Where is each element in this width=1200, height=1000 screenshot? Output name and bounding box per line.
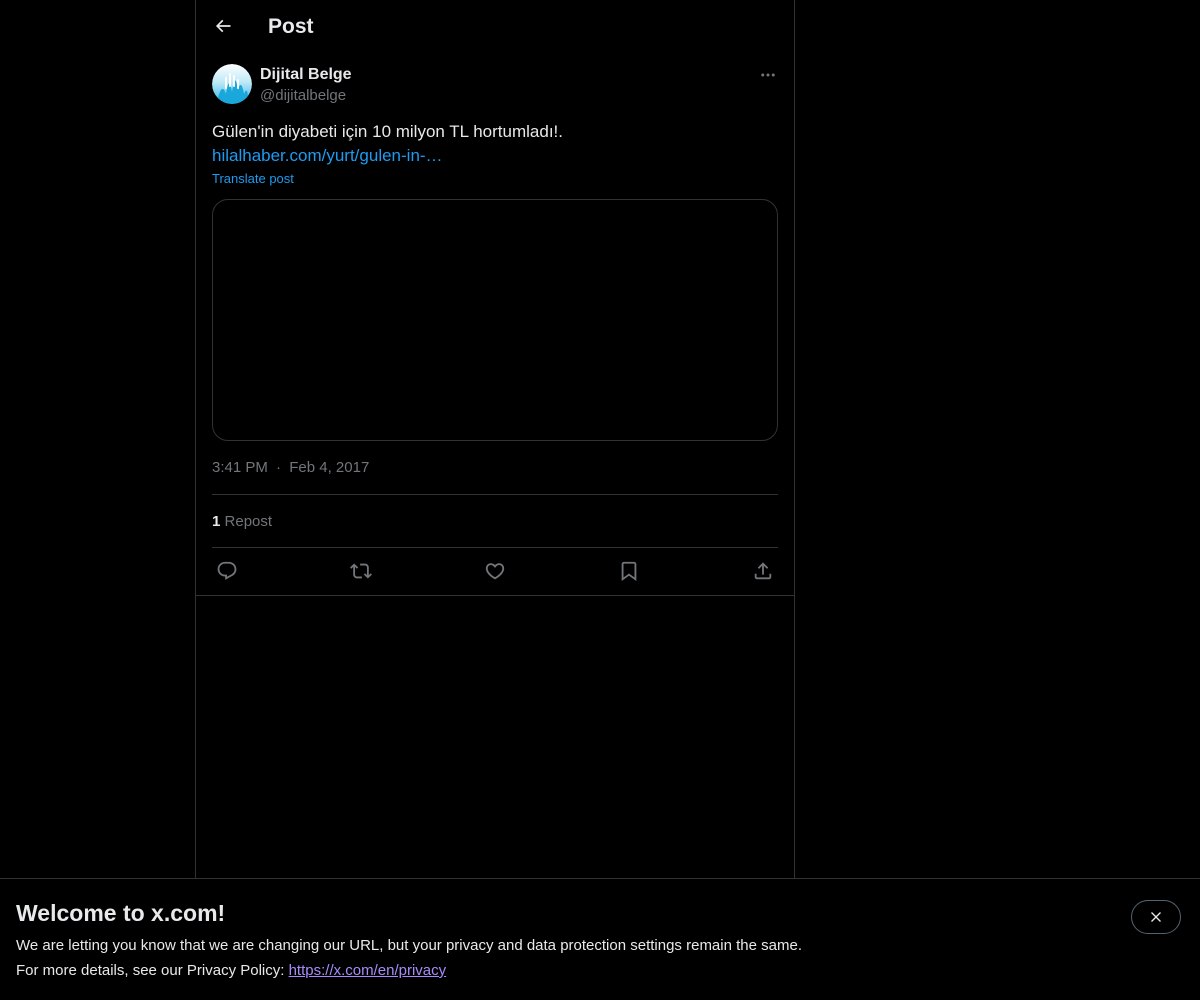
- divider: [196, 595, 794, 596]
- close-x-icon: [1151, 912, 1161, 922]
- arrow-left-icon: [215, 19, 231, 33]
- share-button[interactable]: [746, 557, 780, 585]
- close-banner-button[interactable]: [1131, 900, 1181, 934]
- repost-label: Repost: [224, 513, 273, 530]
- share-upload-icon: [754, 562, 772, 580]
- banner-privacy-line: For more details, see our Privacy Policy…: [16, 961, 446, 981]
- banner-title: Welcome to x.com!: [16, 900, 226, 926]
- avatar[interactable]: [212, 64, 252, 104]
- heart-icon: [485, 563, 505, 580]
- more-options-button[interactable]: [754, 64, 782, 86]
- link-preview-card[interactable]: [212, 199, 778, 441]
- timestamp-separator: ·: [276, 459, 282, 476]
- author-avatar-image: [212, 64, 252, 104]
- like-button[interactable]: [478, 557, 512, 585]
- reply-button[interactable]: [210, 557, 244, 585]
- speech-bubble-icon: [217, 561, 237, 580]
- ellipsis-icon: [761, 73, 775, 77]
- post-link[interactable]: hilalhaber.com/yurt/gulen-in-…: [212, 144, 443, 168]
- bookmark-icon: [621, 561, 637, 582]
- author-name[interactable]: Dijital Belge: [260, 65, 352, 85]
- author-handle[interactable]: @dijitalbelge: [260, 86, 346, 106]
- bookmark-button[interactable]: [612, 557, 646, 585]
- banner-privacy-prefix: For more details, see our Privacy Policy…: [16, 962, 289, 979]
- divider: [212, 494, 778, 495]
- primary-column: Post Dijital Belge @dijitalbelge Gülen'i…: [195, 0, 795, 1000]
- privacy-policy-link[interactable]: https://x.com/en/privacy: [289, 962, 447, 979]
- post-header: Post: [196, 0, 794, 53]
- repost-button[interactable]: [344, 557, 378, 585]
- divider: [212, 547, 778, 548]
- post-date[interactable]: Feb 4, 2017: [289, 459, 369, 476]
- post-timestamp: 3:41 PM · Feb 4, 2017: [212, 458, 369, 478]
- post-text: Gülen'in diyabeti için 10 milyon TL hort…: [212, 122, 563, 141]
- translate-post-link[interactable]: Translate post: [212, 171, 294, 187]
- page-title: Post: [268, 15, 314, 38]
- banner-message: We are letting you know that we are chan…: [16, 937, 802, 954]
- back-button[interactable]: [206, 9, 240, 43]
- repost-stats[interactable]: 1 Repost: [212, 512, 272, 532]
- url-change-banner: Welcome to x.com! We are letting you kno…: [0, 878, 1200, 1000]
- post-time[interactable]: 3:41 PM: [212, 459, 268, 476]
- repost-arrows-icon: [350, 563, 372, 579]
- repost-count: 1: [212, 513, 221, 530]
